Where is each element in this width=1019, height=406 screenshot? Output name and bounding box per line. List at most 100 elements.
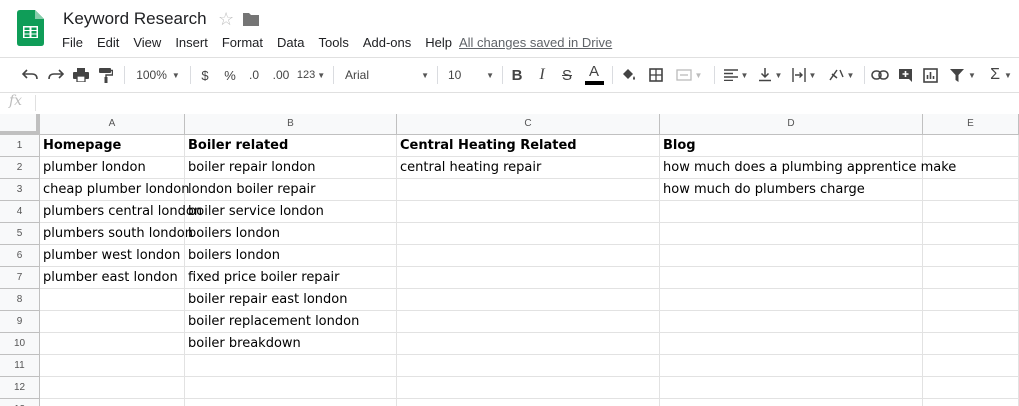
cell-e5[interactable]: [923, 223, 1019, 245]
row-header-2[interactable]: 2: [0, 157, 40, 179]
column-header-d[interactable]: D: [660, 114, 923, 135]
document-title[interactable]: Keyword Research: [63, 8, 207, 30]
print-icon[interactable]: [71, 58, 91, 92]
vertical-align-icon[interactable]: ▼: [756, 58, 784, 92]
row-header-6[interactable]: 6: [0, 245, 40, 267]
cell-c4[interactable]: [397, 201, 660, 223]
menu-addons[interactable]: Add-ons: [356, 33, 418, 53]
italic-icon[interactable]: I: [535, 58, 549, 92]
cell-c2[interactable]: central heating repair: [397, 157, 660, 179]
cell-c7[interactable]: [397, 267, 660, 289]
menu-format[interactable]: Format: [215, 33, 270, 53]
cell-b3[interactable]: london boiler repair: [185, 179, 397, 201]
cell-a2[interactable]: plumber london: [40, 157, 185, 179]
font-select[interactable]: Arial ▼: [345, 58, 429, 92]
zoom-select[interactable]: 100% ▼: [133, 58, 183, 92]
cell-b11[interactable]: [185, 355, 397, 377]
cell-d13[interactable]: [660, 399, 923, 406]
fill-color-icon[interactable]: [620, 58, 638, 92]
column-header-e[interactable]: E: [923, 114, 1019, 135]
cell-e11[interactable]: [923, 355, 1019, 377]
menu-edit[interactable]: Edit: [90, 33, 126, 53]
cell-b1[interactable]: Boiler related: [185, 135, 397, 157]
cell-d4[interactable]: [660, 201, 923, 223]
cell-b2[interactable]: boiler repair london: [185, 157, 397, 179]
cell-a5[interactable]: plumbers south london: [40, 223, 193, 245]
cell-e12[interactable]: [923, 377, 1019, 399]
cell-c8[interactable]: [397, 289, 660, 311]
menu-insert[interactable]: Insert: [168, 33, 215, 53]
column-header-a[interactable]: A: [40, 114, 185, 135]
cell-e10[interactable]: [923, 333, 1019, 355]
row-header-13[interactable]: 13: [0, 399, 40, 406]
cell-c1[interactable]: Central Heating Related: [397, 135, 660, 157]
cell-a8[interactable]: [40, 289, 185, 311]
cell-d8[interactable]: [660, 289, 923, 311]
insert-link-icon[interactable]: [871, 58, 889, 92]
cell-a11[interactable]: [40, 355, 185, 377]
cell-c10[interactable]: [397, 333, 660, 355]
cell-a3[interactable]: cheap plumber london: [40, 179, 189, 201]
cell-d6[interactable]: [660, 245, 923, 267]
row-header-9[interactable]: 9: [0, 311, 40, 333]
cell-e6[interactable]: [923, 245, 1019, 267]
borders-icon[interactable]: [647, 58, 665, 92]
menu-tools[interactable]: Tools: [311, 33, 355, 53]
cell-a12[interactable]: [40, 377, 185, 399]
row-header-11[interactable]: 11: [0, 355, 40, 377]
decrease-decimal-button[interactable]: .0: [244, 58, 264, 92]
column-header-c[interactable]: C: [397, 114, 660, 135]
cell-a9[interactable]: [40, 311, 185, 333]
column-header-b[interactable]: B: [185, 114, 397, 135]
cell-a6[interactable]: plumber west london: [40, 245, 185, 267]
cell-e9[interactable]: [923, 311, 1019, 333]
star-icon[interactable]: ☆: [218, 8, 234, 30]
cell-a13[interactable]: [40, 399, 185, 406]
row-header-4[interactable]: 4: [0, 201, 40, 223]
paint-format-icon[interactable]: [96, 58, 116, 92]
cell-e8[interactable]: [923, 289, 1019, 311]
cell-d9[interactable]: [660, 311, 923, 333]
row-header-3[interactable]: 3: [0, 179, 40, 201]
cell-b5[interactable]: boilers london: [185, 223, 397, 245]
folder-icon[interactable]: [243, 12, 259, 26]
select-all-corner[interactable]: [0, 114, 40, 135]
horizontal-align-icon[interactable]: ▼: [722, 58, 750, 92]
menu-data[interactable]: Data: [270, 33, 311, 53]
merge-cells-icon[interactable]: ▼: [673, 58, 705, 92]
cell-d3[interactable]: how much do plumbers charge: [660, 179, 923, 201]
insert-chart-icon[interactable]: [921, 58, 939, 92]
more-formats-button[interactable]: 123 ▼: [296, 58, 326, 92]
text-wrapping-icon[interactable]: ▼: [790, 58, 818, 92]
cell-c13[interactable]: [397, 399, 660, 406]
cell-c11[interactable]: [397, 355, 660, 377]
row-header-1[interactable]: 1: [0, 135, 40, 157]
insert-comment-icon[interactable]: [896, 58, 914, 92]
cell-a1[interactable]: Homepage: [40, 135, 185, 157]
functions-icon[interactable]: Σ ▼: [986, 58, 1016, 92]
redo-icon[interactable]: [46, 58, 66, 92]
text-color-icon[interactable]: A: [584, 58, 604, 92]
cell-e7[interactable]: [923, 267, 1019, 289]
cell-a4[interactable]: plumbers central london: [40, 201, 202, 223]
cell-b7[interactable]: fixed price boiler repair: [185, 267, 397, 289]
filter-icon[interactable]: ▼: [947, 58, 979, 92]
cell-c3[interactable]: [397, 179, 660, 201]
cell-b13[interactable]: [185, 399, 397, 406]
cell-a7[interactable]: plumber east london: [40, 267, 185, 289]
cell-d11[interactable]: [660, 355, 923, 377]
cell-c6[interactable]: [397, 245, 660, 267]
percent-format-button[interactable]: %: [222, 58, 238, 92]
menu-view[interactable]: View: [126, 33, 168, 53]
cell-a10[interactable]: [40, 333, 185, 355]
cell-b9[interactable]: boiler replacement london: [185, 311, 397, 333]
cell-c5[interactable]: [397, 223, 660, 245]
cell-d12[interactable]: [660, 377, 923, 399]
strikethrough-icon[interactable]: S: [560, 58, 574, 92]
row-header-7[interactable]: 7: [0, 267, 40, 289]
row-header-5[interactable]: 5: [0, 223, 40, 245]
row-header-8[interactable]: 8: [0, 289, 40, 311]
menu-file[interactable]: File: [55, 33, 90, 53]
cell-d5[interactable]: [660, 223, 923, 245]
text-rotation-icon[interactable]: ▼: [826, 58, 856, 92]
